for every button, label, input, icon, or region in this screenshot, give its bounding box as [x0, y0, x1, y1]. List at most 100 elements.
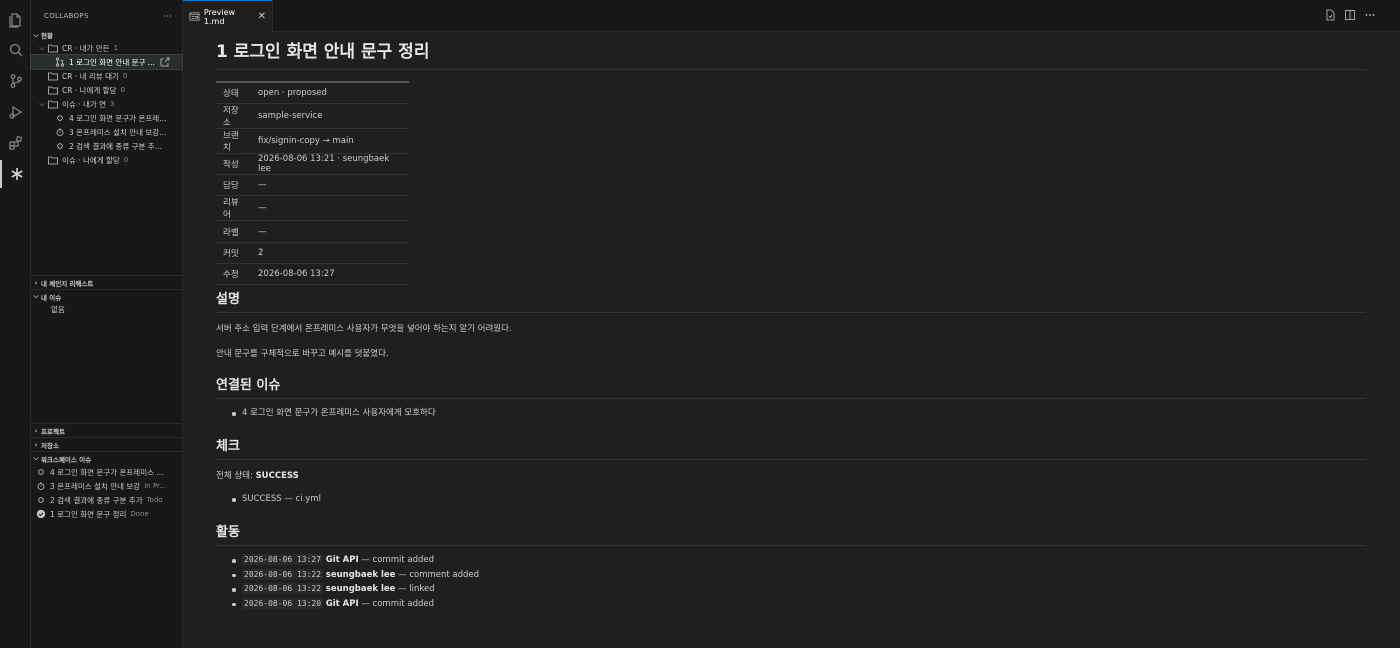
more-actions-icon[interactable]: [1364, 9, 1376, 21]
checks-status: SUCCESS: [255, 471, 299, 481]
meta-key: 수정: [216, 263, 251, 286]
ws-issue-3[interactable]: 3 온프레미스 설치 안내 보강 In Pr...: [31, 479, 182, 493]
ws-issue-4[interactable]: 4 로그인 화면 문구가 온프레미스 ...: [31, 465, 182, 479]
source-control-icon[interactable]: [0, 67, 31, 95]
meta-row: 수정 2026-08-06 13:27: [216, 263, 409, 286]
check-item: SUCCESS — ci.yml: [216, 492, 321, 507]
chevron-down-icon: ⌵: [39, 43, 45, 52]
tree-item-cr-review[interactable]: CR · 내 리뷰 대기 0: [31, 69, 182, 83]
tree-item-issues-assigned[interactable]: 이슈 · 나에게 할당 0: [31, 153, 182, 167]
meta-key: 작성: [216, 153, 251, 176]
meta-key: 담당: [216, 174, 251, 197]
folder-icon: [47, 155, 59, 165]
section-label: 워크스페이스 이슈: [41, 455, 92, 464]
tree-item-count: 0: [122, 72, 128, 80]
status-section[interactable]: ⌵ 현황: [31, 28, 182, 42]
open-external-icon[interactable]: [160, 57, 170, 67]
extensions-icon[interactable]: [0, 129, 31, 157]
meta-row: 작성 2026-08-06 13:21 · seungbaek lee: [216, 153, 409, 176]
ws-issue-2[interactable]: 2 검색 결과에 종류 구분 추가 Todo: [31, 493, 182, 507]
more-actions-icon[interactable]: ···: [163, 12, 172, 21]
ws-issue-1[interactable]: 1 로그인 화면 문구 정리 Done: [31, 507, 182, 521]
collabops-icon[interactable]: [0, 160, 31, 188]
run-debug-icon[interactable]: [0, 98, 31, 126]
tree-item-cr-mine[interactable]: ⌵ CR · 내가 만든 1: [31, 41, 182, 55]
section-my-change-requests[interactable]: › 내 체인지 리퀘스트: [31, 275, 182, 289]
meta-key: 라벨: [216, 220, 251, 243]
activity-action: — linked: [395, 584, 435, 595]
tree-item-issues-mine[interactable]: ⌵ 이슈 · 내가 연 3: [31, 97, 182, 111]
chevron-right-icon: ›: [34, 278, 38, 287]
tree-item-cr-assigned[interactable]: CR · 나에게 할당 0: [31, 83, 182, 97]
meta-value: 2: [251, 242, 409, 264]
meta-row: 리뷰어 —: [216, 195, 409, 222]
tree-item-count: 0: [120, 86, 125, 94]
activity-item: 2026-08-06 13:20 Git API — commit added: [216, 597, 479, 612]
meta-key: 리뷰어: [216, 195, 251, 222]
split-editor-icon[interactable]: [1344, 9, 1356, 21]
section-workspace-issues[interactable]: ⌵ 워크스페이스 이슈: [31, 451, 182, 465]
tree-item-label: CR · 내가 만든: [62, 43, 110, 53]
sidebar-title: COLLABOPS: [44, 12, 89, 20]
open-source-icon[interactable]: [1324, 9, 1336, 21]
linked-issues-list: 4 로그인 화면 문구가 온프레미스 사용자에게 모호하다: [216, 406, 436, 421]
ws-issue-label: 1 로그인 화면 문구 정리: [50, 509, 127, 519]
tree-item-issue-4[interactable]: 4 로그인 화면 문구가 온프레...: [31, 111, 182, 125]
ws-issue-label: 2 검색 결과에 종류 구분 추가: [50, 495, 143, 505]
ws-issue-status: Todo: [146, 496, 163, 504]
issue-open-icon: [35, 467, 47, 477]
meta-value: —: [251, 195, 409, 222]
description-heading: 설명: [216, 288, 1366, 313]
description-paragraph-1: 서버 주소 입력 단계에서 온프레미스 사용자가 무엇을 넣어야 하는지 알기 …: [216, 324, 512, 334]
meta-key: 상태: [216, 82, 251, 104]
linked-issue-item[interactable]: 4 로그인 화면 문구가 온프레미스 사용자에게 모호하다: [216, 406, 436, 421]
section-projects[interactable]: › 프로젝트: [31, 423, 182, 437]
meta-value: open · proposed: [251, 82, 409, 104]
chevron-right-icon: ›: [34, 426, 38, 435]
page-title: 1 로그인 화면 안내 문구 정리: [216, 37, 1366, 70]
meta-value: 2026-08-06 13:21 · seungbaek lee: [251, 153, 409, 176]
sidebar: COLLABOPS ··· ⌵ 현황 ⌵ CR · 내가 만든 1 1 로그인 …: [30, 0, 183, 648]
tree-item-issue-3[interactable]: 3 온프레미스 설치 안내 보강...: [31, 125, 182, 139]
empty-label: 없음: [51, 304, 65, 314]
editor-area: Preview 1.md ✕ 1 로그인 화면 안내 문구 정리 상태 open …: [183, 0, 1400, 648]
checks-heading: 체크: [216, 435, 1366, 460]
checks-list: SUCCESS — ci.yml: [216, 492, 321, 507]
meta-key: 커밋: [216, 242, 251, 264]
close-icon[interactable]: ✕: [258, 11, 266, 22]
activity-time: 2026-08-06 13:22: [242, 568, 324, 580]
tree-item-label: CR · 나에게 할당: [62, 85, 117, 95]
chevron-down-icon: ⌵: [39, 99, 45, 108]
meta-value: fix/signin-copy → main: [251, 128, 409, 154]
tree-item-label: 이슈 · 나에게 할당: [62, 155, 120, 165]
tab-preview[interactable]: Preview 1.md ✕: [183, 0, 273, 32]
activity-actor: Git API: [325, 555, 359, 565]
issue-in-progress-icon: [35, 481, 47, 491]
tree-item-cr-1[interactable]: 1 로그인 화면 안내 문구 ...: [30, 54, 183, 70]
folder-icon: [47, 43, 59, 53]
ws-issue-label: 3 온프레미스 설치 안내 보강: [50, 481, 141, 491]
section-label: 프로젝트: [41, 427, 65, 436]
status-section-label: 현황: [41, 32, 53, 40]
search-icon[interactable]: [0, 36, 31, 64]
activity-actor: Git API: [325, 598, 359, 609]
activity-bar: [0, 0, 31, 648]
my-issues-empty: 없음: [31, 302, 182, 316]
explorer-icon[interactable]: [0, 6, 31, 34]
activity-time: 2026-08-06 13:20: [242, 597, 324, 609]
tab-bar: Preview 1.md ✕: [183, 0, 1400, 32]
section-label: 내 이슈: [41, 293, 62, 302]
section-my-issues[interactable]: ⌵ 내 이슈: [31, 289, 182, 303]
meta-row: 상태 open · proposed: [216, 82, 409, 104]
issue-open-icon: [35, 495, 47, 505]
chevron-down-icon: ⌵: [33, 30, 39, 39]
activity-action: — commit added: [358, 598, 435, 609]
description-paragraph-2: 안내 문구를 구체적으로 바꾸고 예시를 덧붙였다.: [216, 349, 389, 359]
section-repositories[interactable]: › 저장소: [31, 437, 182, 451]
activity-item: 2026-08-06 13:22 seungbaek lee — linked: [216, 582, 479, 597]
meta-row: 커밋 2: [216, 242, 409, 264]
meta-value: —: [251, 174, 409, 197]
tree-item-issue-2[interactable]: 2 검색 결과에 종류 구분 추...: [31, 139, 182, 153]
tree-item-label: 1 로그인 화면 안내 문구 ...: [69, 57, 155, 67]
tree-item-label: CR · 내 리뷰 대기: [62, 71, 119, 81]
